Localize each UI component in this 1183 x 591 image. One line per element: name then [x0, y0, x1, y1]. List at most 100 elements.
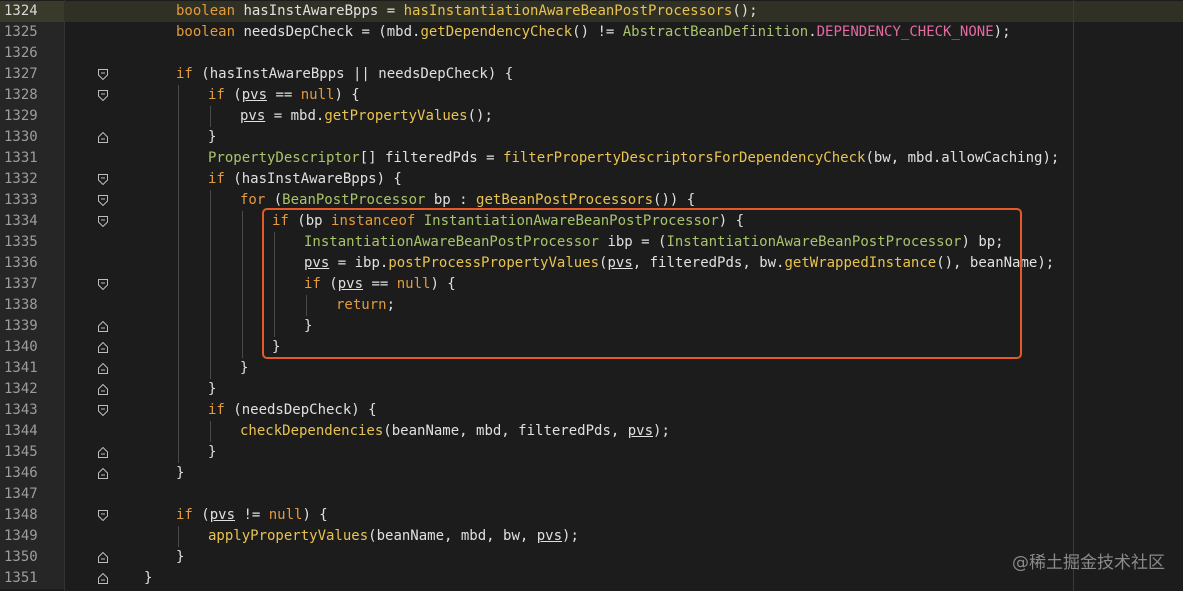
fold-collapse-icon[interactable]: [98, 69, 108, 80]
code-line[interactable]: 1351}: [0, 568, 1183, 589]
indent-guide: [178, 316, 179, 337]
code-text[interactable]: checkDependencies(beanName, mbd, filtere…: [240, 421, 670, 442]
code-line[interactable]: 1347: [0, 484, 1183, 505]
indent-guide: [242, 232, 243, 253]
code-text[interactable]: applyPropertyValues(beanName, mbd, bw, p…: [208, 526, 579, 547]
line-number[interactable]: 1324: [0, 1, 64, 22]
code-text[interactable]: if (hasInstAwareBpps || needsDepCheck) {: [176, 64, 513, 85]
line-number[interactable]: 1334: [0, 211, 64, 232]
indent-guide: [210, 253, 211, 274]
line-number[interactable]: 1326: [0, 43, 64, 64]
code-token: applyPropertyValues: [208, 528, 369, 544]
code-text[interactable]: pvs = mbd.getPropertyValues();: [240, 106, 493, 127]
line-number[interactable]: 1344: [0, 421, 64, 442]
indent-guide: [178, 295, 179, 316]
code-token: (beanName, mbd, filteredPds,: [383, 423, 628, 439]
indent-guide: [210, 106, 211, 127]
fold-collapse-icon[interactable]: [98, 510, 108, 521]
code-line[interactable]: 1325 boolean needsDepCheck = (mbd.getDepe…: [0, 22, 1183, 43]
code-text[interactable]: }: [208, 379, 216, 400]
code-token: }: [208, 444, 217, 460]
code-token: for: [240, 192, 266, 208]
code-line[interactable]: 1346}: [0, 463, 1183, 484]
indent-guide: [178, 127, 179, 148]
line-number[interactable]: 1340: [0, 337, 64, 358]
code-token: (: [224, 87, 242, 103]
fold-collapse-icon[interactable]: [98, 279, 108, 290]
code-line[interactable]: 1324 boolean hasInstAwareBpps = hasInstan…: [0, 1, 1183, 22]
line-number[interactable]: 1336: [0, 253, 64, 274]
fold-end-icon[interactable]: [98, 384, 108, 395]
line-number[interactable]: 1335: [0, 232, 64, 253]
line-number[interactable]: 1329: [0, 106, 64, 127]
fold-collapse-icon[interactable]: [98, 90, 108, 101]
fold-collapse-icon[interactable]: [98, 174, 108, 185]
fold-end-icon[interactable]: [98, 573, 108, 584]
indent-guide: [178, 169, 179, 190]
fold-collapse-icon[interactable]: [98, 216, 108, 227]
line-number[interactable]: 1325: [0, 22, 64, 43]
fold-end-icon[interactable]: [98, 468, 108, 479]
code-text[interactable]: PropertyDescriptor[] filteredPds = filte…: [208, 148, 1059, 169]
fold-collapse-icon[interactable]: [98, 405, 108, 416]
fold-end-icon[interactable]: [98, 321, 108, 332]
indent-guide: [242, 274, 243, 295]
code-token: (: [192, 507, 210, 523]
code-text[interactable]: if (pvs != null) {: [176, 505, 328, 526]
line-number[interactable]: 1346: [0, 463, 64, 484]
fold-end-icon[interactable]: [98, 342, 108, 353]
code-line[interactable]: 1348 if (pvs != null) {: [0, 505, 1183, 526]
fold-collapse-icon[interactable]: [98, 195, 108, 206]
code-token: pvs: [209, 507, 236, 523]
indent-guide: [242, 337, 243, 358]
code-text[interactable]: }: [144, 568, 152, 589]
code-token: (hasInstAwareBpps) {: [224, 171, 402, 187]
code-token: hasInstAwareBpps =: [235, 3, 404, 19]
fold-end-icon[interactable]: [98, 447, 108, 458]
line-number[interactable]: 1345: [0, 442, 64, 463]
code-text[interactable]: boolean hasInstAwareBpps = hasInstantiat…: [176, 1, 758, 22]
code-token: bp :: [425, 192, 477, 208]
line-number[interactable]: 1342: [0, 379, 64, 400]
line-number[interactable]: 1348: [0, 505, 64, 526]
fold-end-icon[interactable]: [98, 363, 108, 374]
code-text[interactable]: if (needsDepCheck) {: [208, 400, 377, 421]
code-line[interactable]: 1327 if (hasInstAwareBpps || needsDepChec…: [0, 64, 1183, 85]
code-text[interactable]: }: [176, 463, 184, 484]
line-number[interactable]: 1351: [0, 568, 64, 589]
code-text[interactable]: }: [208, 127, 216, 148]
line-number[interactable]: 1339: [0, 316, 64, 337]
code-token: ()) {: [653, 192, 696, 208]
code-text[interactable]: }: [208, 442, 216, 463]
line-number[interactable]: 1331: [0, 148, 64, 169]
code-line[interactable]: 1350}: [0, 547, 1183, 568]
code-text[interactable]: if (hasInstAwareBpps) {: [208, 169, 402, 190]
indent-guide: [242, 295, 243, 316]
code-token: pvs: [241, 87, 268, 103]
fold-end-icon[interactable]: [98, 132, 108, 143]
code-text[interactable]: boolean needsDepCheck = (mbd.getDependen…: [176, 22, 1011, 43]
code-text[interactable]: }: [240, 358, 248, 379]
code-token: needsDepCheck = (mbd.: [235, 24, 421, 40]
line-number[interactable]: 1333: [0, 190, 64, 211]
code-line[interactable]: 1326: [0, 43, 1183, 64]
indent-guide: [178, 106, 179, 127]
line-number[interactable]: 1343: [0, 400, 64, 421]
code-token: DEPENDENCY_CHECK_NONE: [816, 24, 994, 40]
line-number[interactable]: 1349: [0, 526, 64, 547]
code-editor[interactable]: 1324 boolean hasInstAwareBpps = hasInstan…: [0, 0, 1183, 591]
line-number[interactable]: 1330: [0, 127, 64, 148]
indent-guide: [178, 442, 179, 463]
line-number[interactable]: 1350: [0, 547, 64, 568]
line-number[interactable]: 1328: [0, 85, 64, 106]
line-number[interactable]: 1332: [0, 169, 64, 190]
indent-guide: [178, 526, 179, 547]
code-text[interactable]: }: [176, 547, 184, 568]
line-number[interactable]: 1347: [0, 484, 64, 505]
line-number[interactable]: 1327: [0, 64, 64, 85]
code-text[interactable]: if (pvs == null) {: [208, 85, 360, 106]
line-number[interactable]: 1338: [0, 295, 64, 316]
line-number[interactable]: 1337: [0, 274, 64, 295]
fold-end-icon[interactable]: [98, 552, 108, 563]
line-number[interactable]: 1341: [0, 358, 64, 379]
